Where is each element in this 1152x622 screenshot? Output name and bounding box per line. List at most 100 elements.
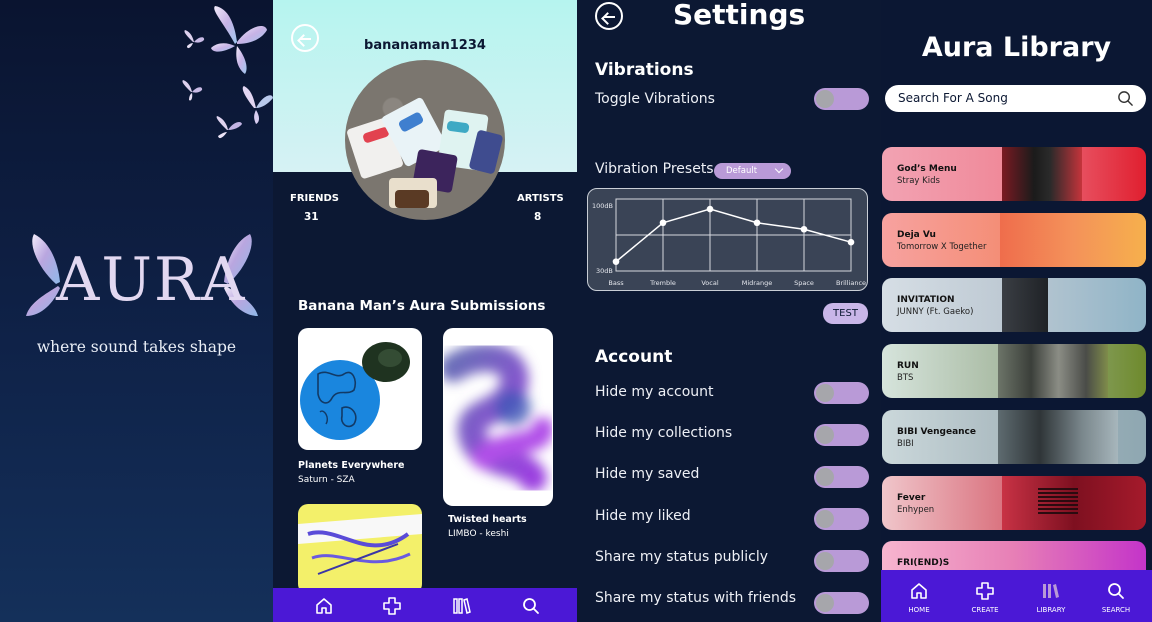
butterfly-icon [216, 116, 242, 139]
library-icon[interactable] [452, 597, 472, 615]
song-title: FRI(END)S [897, 558, 950, 568]
eq-band-handle[interactable] [847, 238, 855, 246]
artists-label: ARTISTS [517, 193, 564, 204]
song-row[interactable]: Fever Enhypen [882, 476, 1146, 530]
eq-band-label: Vocal [701, 279, 718, 287]
submission-artwork [300, 342, 410, 440]
nav-label: HOME [908, 606, 930, 614]
eq-max-label: 100dB [592, 202, 613, 210]
bottom-nav: HOME CREATE LIBRARY SEARCH [881, 570, 1152, 622]
search-icon[interactable] [1117, 90, 1134, 107]
home-icon [911, 583, 927, 599]
search-icon[interactable] [522, 597, 540, 615]
submission-card[interactable] [298, 504, 422, 594]
song-title: BIBI Vengeance [897, 427, 977, 437]
account-row-label: Hide my saved [595, 466, 700, 482]
equalizer-chart[interactable]: 100dB 30dB Bass Tremble Vocal Midrange Space… [588, 189, 869, 292]
eq-band-handle[interactable] [612, 258, 620, 265]
vibration-presets-dropdown[interactable]: Default [714, 163, 791, 179]
song-row[interactable]: Deja Vu Tomorrow X Together [882, 213, 1146, 267]
submission-subtitle: Saturn - SZA [298, 475, 355, 485]
butterfly-icon [182, 80, 203, 101]
song-row[interactable]: God’s Menu Stray Kids [882, 147, 1146, 201]
toggle-vibrations-label: Toggle Vibrations [595, 91, 715, 107]
page-title: Settings [673, 0, 806, 31]
test-button[interactable]: TEST [823, 303, 868, 324]
eq-min-label: 30dB [596, 267, 613, 275]
eq-band-label: Brilliance [836, 279, 866, 287]
song-title: God’s Menu [897, 164, 957, 174]
hide-saved-toggle[interactable] [814, 466, 869, 488]
submission-artwork [443, 343, 553, 492]
eq-band-handle[interactable] [659, 219, 667, 227]
library-screen: Aura Library Search For A Song God’s Men… [881, 0, 1152, 622]
album-art [1002, 278, 1048, 332]
butterfly-icon [211, 6, 267, 74]
eq-band-label: Space [794, 279, 814, 287]
search-icon [1108, 583, 1124, 599]
search-input[interactable]: Search For A Song [885, 85, 1146, 112]
hide-liked-toggle[interactable] [814, 508, 869, 530]
song-row[interactable]: INVITATION JUNNY (Ft. Gaeko) [882, 278, 1146, 332]
account-row-label: Share my status publicly [595, 549, 768, 565]
song-row[interactable]: RUN BTS [882, 344, 1146, 398]
submission-card[interactable] [298, 328, 422, 450]
song-artist: BTS [897, 373, 914, 383]
butterfly-icon [184, 30, 205, 49]
create-icon [976, 582, 994, 600]
submissions-title: Banana Man’s Aura Submissions [298, 298, 546, 314]
library-icon [1043, 584, 1059, 598]
album-art [998, 344, 1108, 398]
eq-band-handle[interactable] [800, 225, 808, 233]
vibration-presets-label: Vibration Presets [595, 161, 714, 177]
account-row-label: Hide my account [595, 384, 714, 400]
search-placeholder: Search For A Song [898, 91, 1008, 105]
eq-band-label: Midrange [742, 279, 772, 287]
account-heading: Account [595, 347, 673, 367]
friends-label: FRIENDS [290, 193, 339, 204]
song-title: Fever [897, 493, 926, 503]
song-artist: JUNNY (Ft. Gaeko) [897, 307, 974, 317]
song-artist: Enhypen [897, 505, 935, 515]
settings-screen: Settings Vibrations Toggle Vibrations Vi… [577, 0, 881, 622]
submission-artwork [298, 514, 422, 575]
submission-subtitle: LIMBO - keshi [448, 529, 509, 539]
nav-label: LIBRARY [1036, 606, 1066, 614]
album-art [1002, 476, 1146, 530]
nav-label: CREATE [971, 606, 999, 614]
share-status-public-toggle[interactable] [814, 550, 869, 572]
account-row-label: Hide my collections [595, 425, 733, 441]
home-icon[interactable] [315, 597, 333, 615]
submission-card[interactable] [443, 328, 553, 506]
friends-count[interactable]: 31 [304, 211, 319, 223]
profile-screen: bananaman1234 FRIENDS 31 ARTISTS 8 Banan… [273, 0, 577, 622]
nav-home[interactable]: HOME [894, 570, 944, 622]
account-row-label: Hide my liked [595, 508, 691, 524]
tagline: where sound takes shape [36, 338, 237, 356]
vibrations-heading: Vibrations [595, 60, 694, 80]
album-art [1000, 213, 1146, 267]
profile-username: bananaman1234 [364, 38, 486, 53]
nav-search[interactable]: SEARCH [1091, 570, 1141, 622]
nav-library[interactable]: LIBRARY [1026, 570, 1076, 622]
aura-wordmark: AURA [56, 245, 247, 315]
account-row-label: Share my status with friends [595, 590, 797, 606]
hide-account-toggle[interactable] [814, 382, 869, 404]
nav-create[interactable]: CREATE [960, 570, 1010, 622]
eq-band-handle[interactable] [706, 205, 714, 213]
song-title: INVITATION [897, 295, 955, 305]
song-row[interactable]: BIBI Vengeance BIBI [882, 410, 1146, 464]
bottom-nav [273, 588, 577, 622]
back-arrow-icon[interactable] [595, 2, 623, 30]
splash-screen: AURA where sound takes shape [0, 0, 273, 622]
butterfly-icon [242, 86, 273, 124]
avatar[interactable] [345, 60, 505, 220]
artists-count[interactable]: 8 [534, 211, 541, 223]
submission-title: Planets Everywhere [298, 460, 405, 471]
album-art [998, 410, 1118, 464]
eq-band-handle[interactable] [753, 219, 761, 227]
hide-collections-toggle[interactable] [814, 424, 869, 446]
toggle-vibrations-switch[interactable] [814, 88, 869, 110]
create-icon[interactable] [382, 596, 402, 616]
share-status-friends-toggle[interactable] [814, 592, 869, 614]
